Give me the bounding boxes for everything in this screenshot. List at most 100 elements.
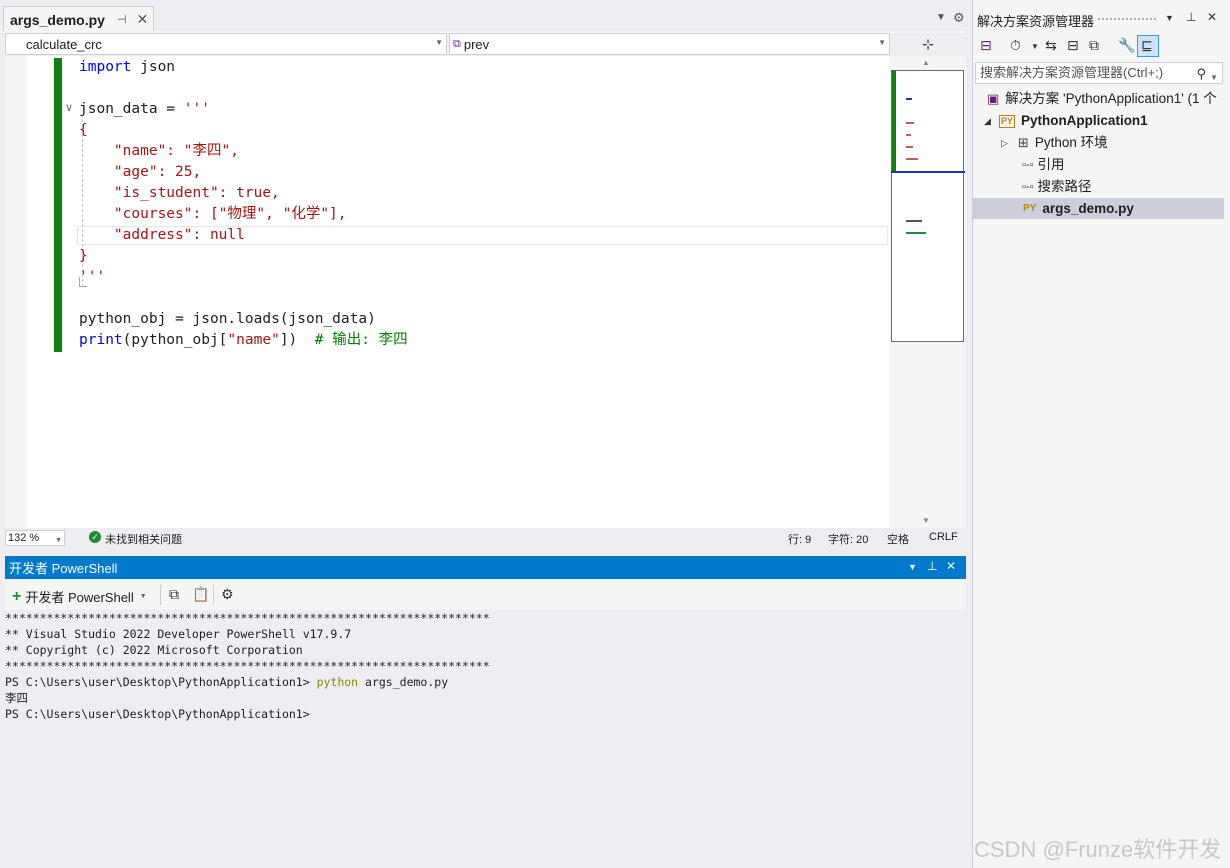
split-window-icon[interactable]: ⊹ <box>892 33 964 55</box>
minimap-text <box>906 146 913 148</box>
editor-tab-title[interactable]: args_demo.py <box>10 12 105 28</box>
zoom-dropdown[interactable]: 132 % ▼ <box>5 530 65 546</box>
preview-icon[interactable]: ⊑ <box>1141 37 1153 54</box>
minimap-caret-line <box>891 171 965 173</box>
python-project-icon: PY <box>998 114 1015 128</box>
char-number-status[interactable]: 字符: 20 <box>828 531 868 547</box>
pin-icon[interactable]: ⊥ <box>1186 10 1196 24</box>
code-token: "age": 25, <box>79 164 202 180</box>
tree-item-label: 引用 <box>1037 157 1065 172</box>
python-file-icon: PY <box>1023 203 1037 214</box>
gear-icon[interactable]: ⚙ <box>221 586 234 603</box>
line-number-status[interactable]: 行: 9 <box>788 531 811 547</box>
minimap-text <box>906 220 922 222</box>
tree-item-references[interactable]: ▫-▫ 引用 <box>1022 154 1064 176</box>
minimap-text <box>906 122 914 124</box>
collapse-all-icon[interactable]: ⊟ <box>1067 37 1079 54</box>
close-icon[interactable]: ✕ <box>1207 10 1217 24</box>
tree-item-python-env[interactable]: ▷ ⊞ Python 环境 <box>1001 132 1108 154</box>
solution-search-input[interactable]: 搜索解决方案资源管理器(Ctrl+;) ⚲ ▼ <box>975 62 1223 84</box>
scroll-up-icon[interactable]: ▲ <box>922 58 930 67</box>
switch-view-icon[interactable]: ⊟ <box>980 37 992 54</box>
panel-grip[interactable] <box>1098 18 1156 22</box>
chevron-down-icon[interactable]: ▼ <box>936 12 946 23</box>
check-icon[interactable]: ✓ <box>89 531 101 543</box>
member-dropdown-left[interactable]: calculate_crc ▼ <box>5 33 447 55</box>
terminal-line: PS C:\Users\user\Desktop\PythonApplicati… <box>5 674 448 690</box>
sync-icon[interactable]: ⇆ <box>1045 37 1057 54</box>
code-line[interactable]: "name": "李四", <box>79 141 239 162</box>
issues-status[interactable]: 未找到相关问题 <box>105 531 182 547</box>
line-ending-status[interactable]: CRLF <box>929 531 958 543</box>
code-token: "courses": ["物理", "化学"], <box>79 206 347 222</box>
tree-item-args-demo[interactable]: PY args_demo.py <box>1023 198 1134 220</box>
tree-item-search-paths[interactable]: ▫-▫ 搜索路径 <box>1022 176 1091 198</box>
minimap-viewport[interactable] <box>891 70 964 342</box>
terminal-line: ** Copyright (c) 2022 Microsoft Corporat… <box>5 642 303 658</box>
code-line[interactable]: import json <box>79 57 175 78</box>
gear-icon[interactable]: ⚙ <box>953 10 965 26</box>
code-line[interactable]: "address": null <box>79 225 245 246</box>
code-line[interactable]: } <box>79 246 88 267</box>
chevron-down-icon[interactable]: ▼ <box>1031 42 1039 51</box>
history-icon[interactable]: ⏱ <box>1010 37 1021 54</box>
collapsed-arrow-icon[interactable]: ▷ <box>1001 132 1008 154</box>
watermark: CSDN @Frunze软件开发 <box>974 837 1222 862</box>
code-token: import <box>79 59 132 75</box>
show-all-files-icon[interactable]: ⧉ <box>1089 37 1099 54</box>
code-editor[interactable] <box>5 56 890 528</box>
copy-icon[interactable]: ⧉ <box>169 586 179 603</box>
tree-item-label: 搜索路径 <box>1037 179 1092 194</box>
properties-icon[interactable]: 🔧 <box>1118 37 1135 54</box>
code-token: = <box>157 101 184 117</box>
close-icon[interactable]: ✕ <box>137 11 149 28</box>
code-line[interactable]: python_obj = json.loads(json_data) <box>79 309 376 330</box>
code-line[interactable]: json_data = ''' <box>79 99 210 120</box>
terminal-line: 李四 <box>5 690 28 706</box>
tree-item-solution[interactable]: ▣ 解决方案 'PythonApplication1' (1 个 <box>987 88 1217 110</box>
tree-item-label: 解决方案 'PythonApplication1' (1 个 <box>1005 91 1217 106</box>
zoom-value: 132 % <box>8 532 40 544</box>
editor-tab[interactable]: args_demo.py ⊣ ✕ <box>3 6 154 32</box>
minimap-text <box>906 232 926 234</box>
terminal-line: PS C:\Users\user\Desktop\PythonApplicati… <box>5 706 310 722</box>
pin-icon[interactable]: ⊥ <box>927 559 937 573</box>
pin-icon[interactable]: ⊣ <box>117 13 127 26</box>
chevron-down-icon: ▼ <box>139 593 147 600</box>
chevron-down-icon[interactable]: ▼ <box>908 562 917 572</box>
terminal-line: ** Visual Studio 2022 Developer PowerShe… <box>5 626 351 642</box>
terminal-text: ****************************************… <box>5 611 490 625</box>
terminal-text: ** Copyright (c) 2022 Microsoft Corporat… <box>5 643 303 657</box>
member-dropdown-right[interactable]: ⧉ prev ▼ <box>449 33 890 55</box>
code-token: ''' <box>183 101 210 117</box>
expanded-arrow-icon[interactable]: ◢ <box>984 110 991 132</box>
code-line[interactable]: "is_student": true, <box>79 183 280 204</box>
search-icon[interactable]: ⚲ <box>1196 64 1206 84</box>
powershell-title: 开发者 PowerShell <box>9 561 118 576</box>
collapse-icon[interactable]: ∨ <box>65 101 73 114</box>
code-line[interactable]: { <box>79 120 88 141</box>
code-token: json_data <box>79 101 158 117</box>
whitespace-status[interactable]: 空格 <box>887 531 909 547</box>
solution-icon: ▣ <box>987 91 1000 106</box>
code-token: = json.loads( <box>166 311 289 327</box>
code-token: print <box>79 332 123 348</box>
terminal-text: ** Visual Studio 2022 Developer PowerShe… <box>5 627 352 641</box>
code-token: (python_obj[ <box>122 332 228 348</box>
code-token: json <box>131 59 176 75</box>
chevron-down-icon[interactable]: ▼ <box>1165 13 1174 23</box>
close-icon[interactable]: ✕ <box>946 559 956 573</box>
search-path-icon: ▫-▫ <box>1022 181 1034 193</box>
code-line[interactable]: "age": 25, <box>79 162 201 183</box>
code-line[interactable]: print(python_obj["name"]) # 输出: 李四 <box>79 330 408 351</box>
code-line[interactable]: ''' <box>79 267 105 288</box>
terminal-text: 李四 <box>5 691 28 705</box>
chevron-down-icon[interactable]: ▼ <box>1210 68 1218 88</box>
new-powershell-button[interactable]: + 开发者 PowerShell ▼ <box>12 587 147 606</box>
scroll-down-icon[interactable]: ▼ <box>922 516 930 525</box>
solution-search-placeholder: 搜索解决方案资源管理器(Ctrl+;) <box>980 65 1164 80</box>
chevron-down-icon: ▼ <box>55 537 62 544</box>
code-line[interactable]: "courses": ["物理", "化学"], <box>79 204 347 225</box>
tree-item-project[interactable]: ◢ PY PythonApplication1 <box>984 110 1148 132</box>
paste-icon[interactable]: 📋 <box>192 586 209 603</box>
